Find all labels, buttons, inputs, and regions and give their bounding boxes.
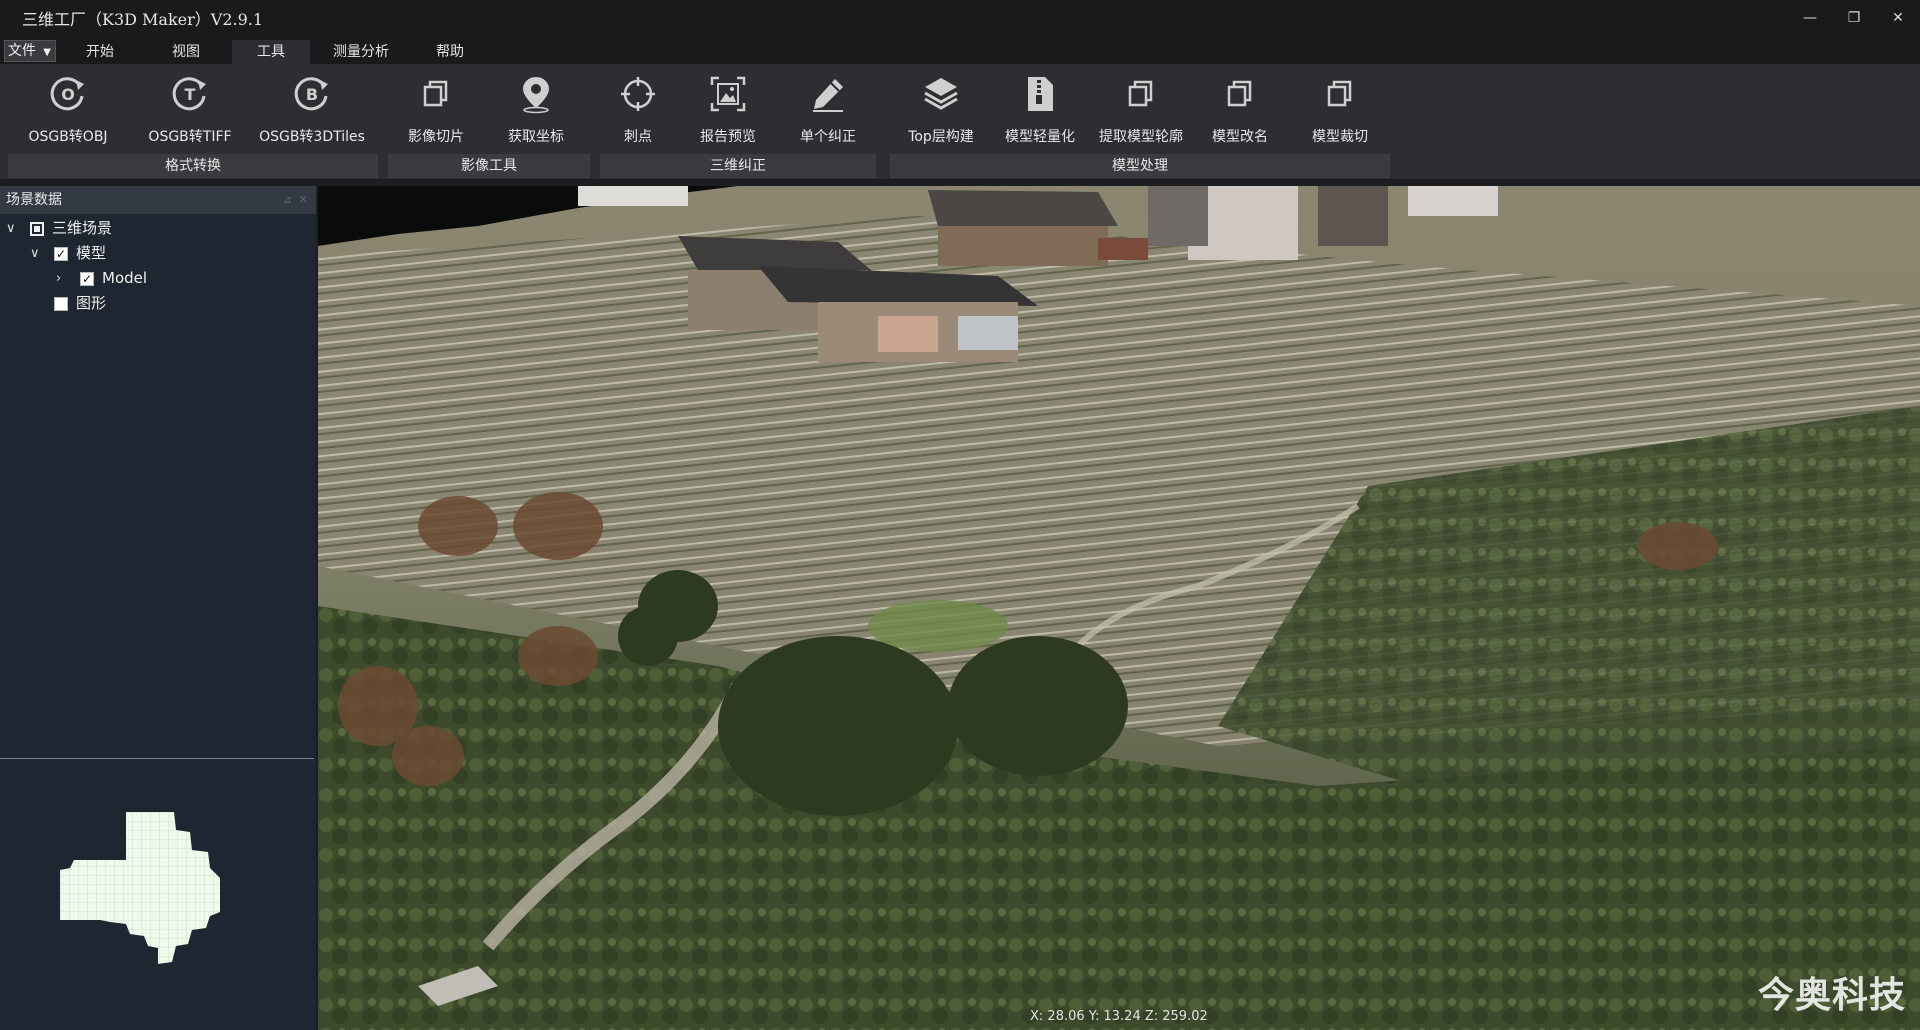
extract-contour-button[interactable]: 提取模型轮廓 — [1092, 72, 1190, 158]
circle-o-icon: O — [46, 72, 90, 116]
panel-divider — [0, 758, 314, 759]
layers-icon — [919, 72, 963, 116]
window-title: 三维工厂（K3D Maker）V2.9.1 — [22, 10, 264, 29]
tree-item-graphics[interactable]: 图形 — [0, 291, 316, 316]
top-layer-build-label: Top层构建 — [908, 129, 974, 145]
get-coordinates-label: 获取坐标 — [508, 129, 564, 145]
tree-label: 模型 — [76, 244, 107, 262]
copy-icon — [1318, 72, 1362, 116]
chevron-right-icon[interactable]: › — [56, 266, 61, 291]
menu-bar: 文件 ▼ 开始 视图 工具 测量分析 帮助 — [0, 36, 1920, 64]
model-lightweight-label: 模型轻量化 — [1005, 129, 1075, 145]
title-bar: 三维工厂（K3D Maker）V2.9.1 — ❐ ✕ — [0, 0, 1920, 36]
tree-label: 三维场景 — [52, 219, 113, 237]
panel-header: 场景数据 ⊿ ✕ — [0, 186, 316, 214]
tree-checkbox[interactable] — [54, 297, 68, 311]
overview-minimap[interactable] — [60, 812, 260, 972]
minimap-footprint — [60, 812, 220, 964]
minimize-button[interactable]: — — [1788, 0, 1832, 36]
osgb-to-tiff-button[interactable]: T OSGB转TIFF — [140, 72, 240, 158]
terrain-model-render — [318, 186, 1920, 1030]
extract-contour-label: 提取模型轮廓 — [1099, 129, 1183, 145]
report-preview-button[interactable]: 报告预览 — [684, 72, 772, 158]
pierce-point-button[interactable]: 刺点 — [598, 72, 678, 158]
tree-checkbox[interactable] — [54, 242, 68, 267]
chevron-down-icon[interactable]: ∨ — [6, 216, 16, 241]
tree-label: 图形 — [76, 294, 107, 312]
top-layer-build-button[interactable]: Top层构建 — [892, 72, 990, 158]
compress-file-icon — [1018, 72, 1062, 116]
tree-item-model[interactable]: › Model — [0, 266, 316, 292]
scene-data-panel: 场景数据 ⊿ ✕ ∨ 三维场景 ∨ 模型 › Model 图形 — [0, 186, 316, 1030]
single-correction-label: 单个纠正 — [800, 129, 856, 145]
panel-title: 场景数据 — [6, 192, 62, 208]
tab-help[interactable]: 帮助 — [422, 40, 478, 64]
tab-measure-analysis[interactable]: 测量分析 — [322, 40, 400, 64]
close-button[interactable]: ✕ — [1876, 0, 1920, 36]
pin-icon[interactable]: ⊿ ✕ — [283, 186, 308, 214]
svg-text:O: O — [61, 85, 75, 104]
location-pin-icon — [514, 72, 558, 116]
model-rename-button[interactable]: 模型改名 — [1196, 72, 1284, 158]
chevron-down-icon: ▼ — [43, 47, 51, 58]
company-watermark: 今奥科技 — [1758, 975, 1907, 1016]
tree-label: Model — [102, 269, 148, 287]
crosshair-icon — [616, 72, 660, 116]
group-model-processing: 模型处理 — [890, 154, 1390, 178]
window-controls: — ❐ ✕ — [1788, 0, 1920, 36]
tab-tools[interactable]: 工具 — [232, 40, 310, 64]
copy-icon — [414, 72, 458, 116]
osgb-to-tiff-label: OSGB转TIFF — [148, 129, 232, 145]
group-format-conversion: 格式转换 — [8, 154, 378, 178]
tab-start[interactable]: 开始 — [72, 40, 128, 64]
group-3d-correction: 三维纠正 — [600, 154, 876, 178]
osgb-to-obj-label: OSGB转OBJ — [28, 129, 108, 145]
tree-checkbox[interactable] — [80, 267, 94, 292]
model-lightweight-button[interactable]: 模型轻量化 — [996, 72, 1084, 158]
circle-b-icon: B — [290, 72, 334, 116]
image-frame-icon — [706, 72, 750, 116]
pencil-icon — [806, 72, 850, 116]
model-rename-label: 模型改名 — [1212, 129, 1268, 145]
circle-t-icon: T — [168, 72, 212, 116]
group-image-tools: 影像工具 — [388, 154, 590, 178]
osgb-to-3dtiles-button[interactable]: B OSGB转3DTiles — [256, 72, 368, 158]
osgb-to-3dtiles-label: OSGB转3DTiles — [259, 129, 365, 145]
single-correction-button[interactable]: 单个纠正 — [784, 72, 872, 158]
model-clip-button[interactable]: 模型裁切 — [1296, 72, 1384, 158]
get-coordinates-button[interactable]: 获取坐标 — [492, 72, 580, 158]
model-clip-label: 模型裁切 — [1312, 129, 1368, 145]
chevron-down-icon[interactable]: ∨ — [30, 241, 40, 266]
image-tiling-button[interactable]: 影像切片 — [392, 72, 480, 158]
scene-tree: ∨ 三维场景 ∨ 模型 › Model 图形 — [0, 214, 316, 316]
tab-view[interactable]: 视图 — [158, 40, 214, 64]
pierce-point-label: 刺点 — [624, 129, 652, 145]
image-tiling-label: 影像切片 — [408, 129, 464, 145]
svg-text:T: T — [185, 85, 196, 104]
report-preview-label: 报告预览 — [700, 129, 756, 145]
file-menu-label: 文件 — [8, 43, 36, 59]
osgb-to-obj-button[interactable]: O OSGB转OBJ — [18, 72, 118, 158]
3d-viewport[interactable] — [318, 186, 1920, 1030]
tree-checkbox[interactable] — [30, 222, 44, 236]
ribbon-toolbar: O OSGB转OBJ T OSGB转TIFF B OSGB转3DTiles 影像… — [0, 64, 1920, 180]
tree-item-model-group[interactable]: ∨ 模型 — [0, 241, 316, 267]
svg-text:B: B — [306, 85, 318, 104]
copy-icon — [1119, 72, 1163, 116]
file-menu-button[interactable]: 文件 ▼ — [4, 40, 56, 62]
tree-item-3d-scene[interactable]: ∨ 三维场景 — [0, 216, 316, 241]
cursor-coordinates: X: 28.06 Y: 13.24 Z: 259.02 — [1030, 1009, 1208, 1024]
restore-button[interactable]: ❐ — [1832, 0, 1876, 36]
copy-icon — [1218, 72, 1262, 116]
